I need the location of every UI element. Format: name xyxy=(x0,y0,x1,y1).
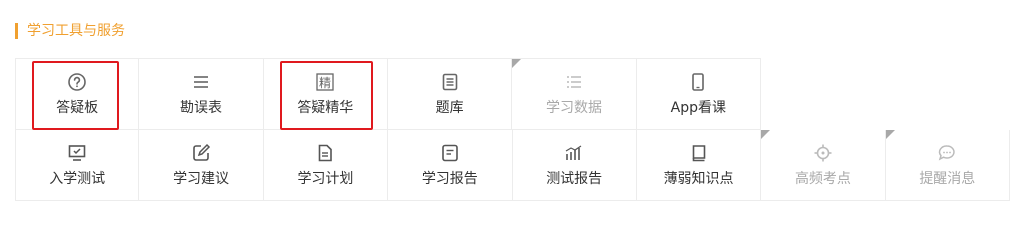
tools-row-1: 答疑板 勘误表 精 答疑精华 题库 学习数据 App看课 xyxy=(15,58,761,130)
tool-reminders[interactable]: 提醒消息 xyxy=(885,130,1010,201)
tool-frequent-points[interactable]: 高频考点 xyxy=(761,130,886,201)
tool-label: 学习建议 xyxy=(173,171,230,187)
tool-label: 题库 xyxy=(435,100,464,116)
tool-label: 答疑精华 xyxy=(297,100,354,116)
corner-marker xyxy=(512,59,522,68)
corner-marker xyxy=(761,130,771,139)
tool-qa-essence[interactable]: 精 答疑精华 xyxy=(263,58,388,130)
monitor-icon xyxy=(66,142,88,164)
section-accent-bar xyxy=(15,23,18,39)
tool-qa-board[interactable]: 答疑板 xyxy=(15,58,140,130)
tool-errata[interactable]: 勘误表 xyxy=(139,58,264,130)
tool-learning-report[interactable]: 学习报告 xyxy=(388,130,513,201)
tool-label: 勘误表 xyxy=(179,100,222,116)
list-lines-icon xyxy=(190,71,212,93)
tool-test-report[interactable]: 测试报告 xyxy=(512,130,637,201)
tool-label: 答疑板 xyxy=(56,100,99,116)
plan-document-icon xyxy=(314,142,336,164)
essence-glyph-icon: 精 xyxy=(314,71,336,93)
tool-label: 学习数据 xyxy=(545,100,602,116)
section-header: 学习工具与服务 xyxy=(15,22,125,40)
tool-label: 学习报告 xyxy=(421,171,478,187)
bullet-list-icon xyxy=(563,71,585,93)
corner-marker xyxy=(885,130,895,139)
chat-bubble-icon xyxy=(936,142,958,164)
question-circle-icon xyxy=(66,71,88,93)
tools-grid: 答疑板 勘误表 精 答疑精华 题库 学习数据 App看课 入学测试 学习建议 学… xyxy=(15,58,1010,201)
tool-label: 学习计划 xyxy=(297,171,354,187)
bar-chart-icon xyxy=(563,142,585,164)
essence-glyph: 精 xyxy=(319,76,331,90)
tool-label: 薄弱知识点 xyxy=(663,171,734,187)
tool-label: 高频考点 xyxy=(794,171,851,187)
tools-row-2: 入学测试 学习建议 学习计划 学习报告 测试报告 薄弱知识点 高频考点 提醒消息 xyxy=(15,130,1010,201)
book-icon xyxy=(688,142,710,164)
tool-label: App看课 xyxy=(670,100,726,116)
tool-label: 测试报告 xyxy=(546,171,603,187)
tool-learning-plan[interactable]: 学习计划 xyxy=(263,130,389,201)
document-list-icon xyxy=(439,71,461,93)
tool-question-bank[interactable]: 题库 xyxy=(387,58,513,130)
tool-learning-data[interactable]: 学习数据 xyxy=(512,58,637,130)
phone-icon xyxy=(687,71,709,93)
tool-entrance-test[interactable]: 入学测试 xyxy=(15,130,140,201)
edit-icon xyxy=(190,142,212,164)
crosshair-icon xyxy=(812,142,834,164)
tool-weak-points[interactable]: 薄弱知识点 xyxy=(636,130,762,201)
tool-label: 入学测试 xyxy=(49,171,106,187)
tool-label: 提醒消息 xyxy=(919,171,976,187)
tool-app-course[interactable]: App看课 xyxy=(636,58,761,130)
report-icon xyxy=(439,142,461,164)
section-title: 学习工具与服务 xyxy=(27,23,125,39)
tool-learning-advice[interactable]: 学习建议 xyxy=(139,130,264,201)
